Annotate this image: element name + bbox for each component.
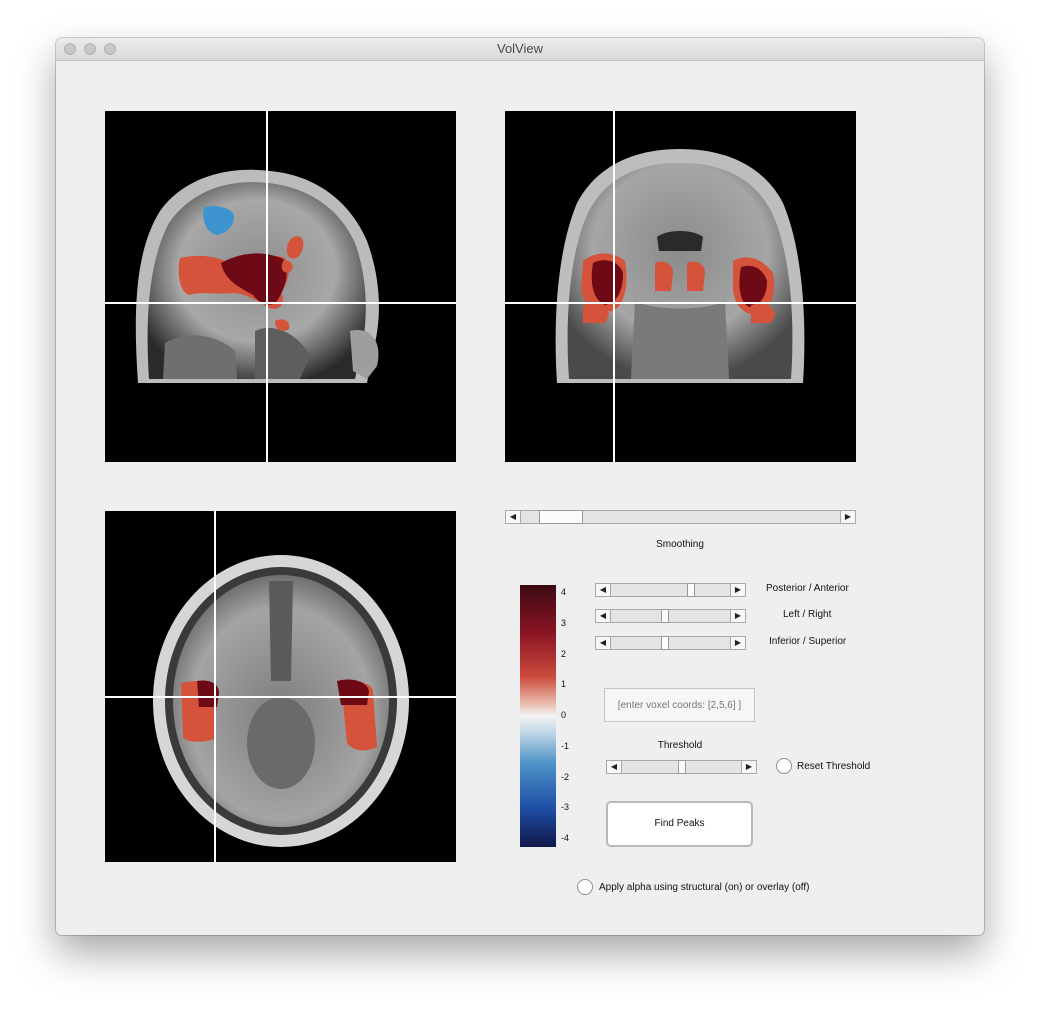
smoothing-slider[interactable]: ◀ ▶ xyxy=(505,510,856,524)
smoothing-thumb[interactable] xyxy=(539,510,584,524)
colorbar-tick-label: 2 xyxy=(561,648,567,659)
reset-threshold-radio[interactable] xyxy=(776,758,792,774)
pa-right-arrow-icon[interactable]: ▶ xyxy=(730,584,745,596)
threshold-right-arrow-icon[interactable]: ▶ xyxy=(741,761,756,773)
lr-thumb[interactable] xyxy=(660,609,669,623)
colorbar-tick-label: 0 xyxy=(561,710,567,720)
window-title: VolView xyxy=(496,41,543,56)
threshold-thumb[interactable] xyxy=(677,760,686,774)
colorbar-tick-label: 1 xyxy=(561,679,567,690)
sagittal-view[interactable] xyxy=(105,111,456,462)
inferior-superior-slider[interactable]: ◀ ▶ xyxy=(595,636,746,650)
volview-window: VolView ◀ ▶ Smoothing 4 3 2 1 0 -1 -2 -3… xyxy=(56,38,984,935)
colorbar-tick-label: -2 xyxy=(561,771,570,782)
posterior-anterior-slider[interactable]: ◀ ▶ xyxy=(595,583,746,597)
lr-left-arrow-icon[interactable]: ◀ xyxy=(596,610,611,622)
posterior-anterior-label: Posterior / Anterior xyxy=(766,583,849,594)
is-left-arrow-icon[interactable]: ◀ xyxy=(596,637,611,649)
coronal-view[interactable] xyxy=(505,111,856,462)
threshold-slider[interactable]: ◀ ▶ xyxy=(606,760,757,774)
left-right-label: Left / Right xyxy=(783,609,832,620)
lr-right-arrow-icon[interactable]: ▶ xyxy=(730,610,745,622)
is-right-arrow-icon[interactable]: ▶ xyxy=(730,637,745,649)
reset-threshold-label: Reset Threshold xyxy=(797,761,871,772)
colorbar xyxy=(520,585,556,847)
left-right-slider[interactable]: ◀ ▶ xyxy=(595,609,746,623)
apply-alpha-label: Apply alpha using structural (on) or ove… xyxy=(599,882,810,893)
colorbar-tick-label: -3 xyxy=(561,802,570,813)
smoothing-left-arrow-icon[interactable]: ◀ xyxy=(506,511,521,523)
title-bar: VolView xyxy=(56,38,984,61)
inferior-superior-label: Inferior / Superior xyxy=(769,636,847,647)
threshold-label: Threshold xyxy=(657,740,703,751)
is-thumb[interactable] xyxy=(660,636,669,650)
colorbar-tick-label: 4 xyxy=(561,587,567,597)
pa-left-arrow-icon[interactable]: ◀ xyxy=(596,584,611,596)
smoothing-right-arrow-icon[interactable]: ▶ xyxy=(840,511,855,523)
find-peaks-button[interactable]: Find Peaks xyxy=(606,801,753,847)
colorbar-tick-label: 3 xyxy=(561,617,567,628)
colorbar-tick-label: -1 xyxy=(561,740,570,751)
pa-thumb[interactable] xyxy=(686,583,695,597)
apply-alpha-radio[interactable] xyxy=(577,879,593,895)
voxel-coords-input[interactable] xyxy=(604,688,755,722)
smoothing-label: Smoothing xyxy=(656,539,704,550)
colorbar-tick-label: -4 xyxy=(561,833,570,843)
axial-view[interactable] xyxy=(105,511,456,862)
threshold-left-arrow-icon[interactable]: ◀ xyxy=(607,761,622,773)
